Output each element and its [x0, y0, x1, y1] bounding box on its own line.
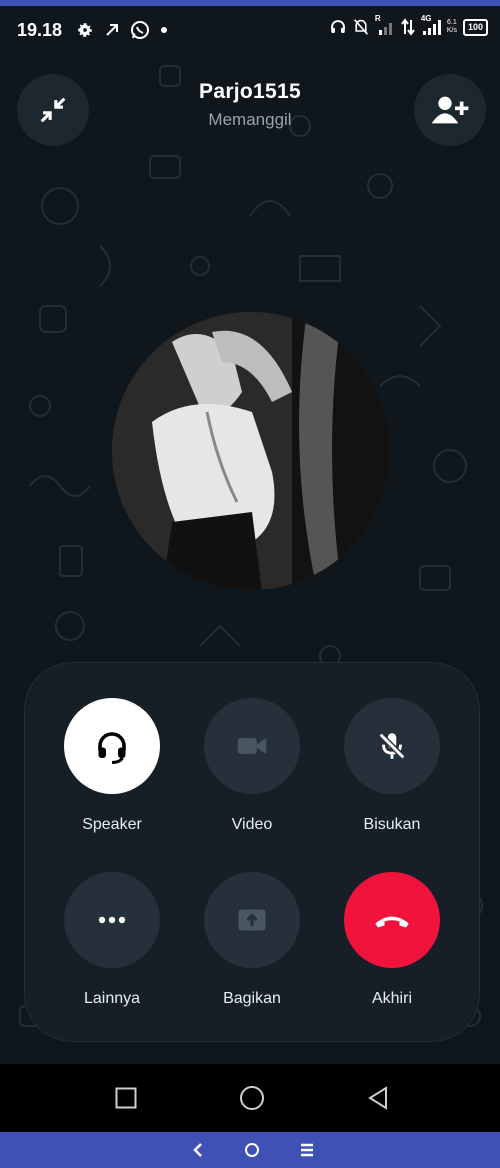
signal-r-icon: R: [375, 14, 395, 36]
menu-icon: [301, 1143, 313, 1157]
call-status: Memanggil: [208, 110, 292, 129]
net-speed: 6.1 K/s: [446, 19, 457, 34]
end-call-icon: [375, 916, 409, 928]
share-label: Bagikan: [223, 990, 281, 1007]
host-nav-bar: [0, 1132, 500, 1168]
mute-label: Bisukan: [363, 816, 421, 833]
more-control: Lainnya: [42, 872, 182, 1008]
end-call-label: Akhiri: [371, 990, 412, 1007]
more-button[interactable]: [64, 872, 160, 968]
speaker-button[interactable]: [64, 698, 160, 794]
speaker-label: Speaker: [82, 816, 142, 833]
recents-button[interactable]: [110, 1082, 142, 1114]
mute-button[interactable]: [344, 698, 440, 794]
whatsapp-icon: [131, 21, 149, 39]
mic-off-icon: [378, 732, 406, 760]
chevron-left-icon: [193, 1143, 202, 1157]
more-dots-icon: [98, 916, 126, 924]
more-label: Lainnya: [83, 990, 141, 1007]
contact-info: Parjo1515 Memanggil: [0, 80, 500, 130]
share-screen-icon: [238, 909, 266, 931]
speaker-control: Speaker: [42, 698, 182, 834]
signal-4g-icon: 4G: [421, 14, 441, 36]
share-button[interactable]: [204, 872, 300, 968]
circle-icon: [245, 1143, 259, 1157]
data-arrows-icon: [401, 18, 415, 36]
host-menu-button[interactable]: [295, 1138, 319, 1162]
contact-avatar: [112, 312, 390, 590]
status-bar: 19.18 R 4G 6.1 K/s 100: [0, 10, 500, 50]
call-controls-panel: Speaker Video Bisukan Lainnya Bagikan Ak…: [24, 662, 480, 1042]
mute-bell-icon: [353, 19, 368, 35]
end-call-control: Akhiri: [322, 872, 462, 1008]
battery-indicator: 100: [462, 18, 488, 36]
video-control: Video: [182, 698, 322, 834]
status-time: 19.18: [17, 20, 63, 40]
square-icon: [115, 1087, 137, 1109]
back-button[interactable]: [362, 1082, 394, 1114]
video-label: Video: [231, 816, 273, 833]
arrow-up-right-icon: [106, 24, 118, 36]
triangle-back-icon: [368, 1086, 387, 1110]
system-nav-bar: [0, 1064, 500, 1132]
gear-icon: [78, 23, 92, 37]
share-control: Bagikan: [182, 872, 322, 1008]
end-call-button[interactable]: [344, 872, 440, 968]
video-camera-icon: [237, 738, 267, 754]
headset-icon: [98, 732, 126, 764]
home-button[interactable]: [236, 1082, 268, 1114]
headset-icon: [330, 20, 345, 33]
dot-icon: [161, 27, 167, 33]
host-back-button[interactable]: [186, 1138, 210, 1162]
mute-control: Bisukan: [322, 698, 462, 834]
circle-icon: [240, 1086, 264, 1110]
video-button[interactable]: [204, 698, 300, 794]
contact-name: Parjo1515: [199, 80, 301, 103]
host-home-button[interactable]: [240, 1138, 264, 1162]
